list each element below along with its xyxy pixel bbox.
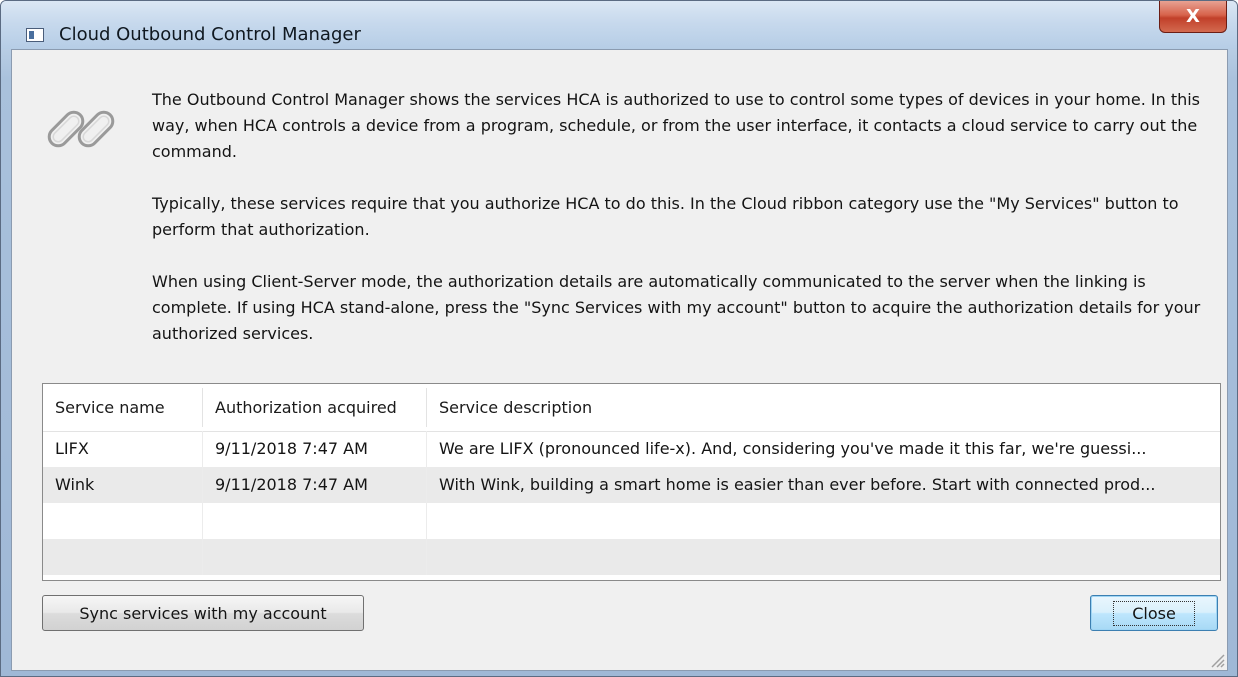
table-row[interactable] [43,503,1220,539]
cell-service-name: Wink [43,467,203,503]
intro-paragraph-3: When using Client-Server mode, the autho… [152,272,1201,343]
intro-paragraph-2: Typically, these services require that y… [152,194,1179,239]
app-window-icon [26,28,44,42]
cell-service-description [427,539,1220,575]
cell-service-name [43,503,203,539]
cell-service-name: LIFX [43,431,203,467]
sync-services-button[interactable]: Sync services with my account [42,595,364,631]
table-header: Service name Authorization acquired Serv… [43,384,1220,432]
close-button[interactable]: Close [1090,595,1218,631]
cell-authorization-acquired [203,539,427,575]
table-row[interactable]: LIFX 9/11/2018 7:47 AM We are LIFX (pron… [43,431,1220,467]
window-title: Cloud Outbound Control Manager [59,24,361,45]
cell-authorization-acquired: 9/11/2018 7:47 AM [203,431,427,467]
dialog-client-area: The Outbound Control Manager shows the s… [11,49,1228,671]
column-header-service-description[interactable]: Service description [427,384,1220,431]
cell-authorization-acquired [203,503,427,539]
column-header-service-name[interactable]: Service name [43,384,203,431]
dialog-window: Cloud Outbound Control Manager X The Out… [0,0,1238,677]
cell-service-name [43,539,203,575]
window-close-button[interactable]: X [1159,1,1227,33]
services-table[interactable]: Service name Authorization acquired Serv… [42,383,1221,581]
table-row[interactable]: Wink 9/11/2018 7:47 AM With Wink, buildi… [43,467,1220,503]
cell-service-description: With Wink, building a smart home is easi… [439,475,1156,494]
chain-link-icon [47,110,115,148]
cell-service-description [427,503,1220,539]
resize-grip-icon[interactable] [1209,652,1225,668]
table-row[interactable] [43,539,1220,575]
column-header-authorization-acquired[interactable]: Authorization acquired [203,384,427,431]
intro-paragraph-1: The Outbound Control Manager shows the s… [152,90,1201,161]
close-button-label: Close [1113,600,1195,626]
cell-authorization-acquired: 9/11/2018 7:47 AM [203,467,427,503]
title-bar[interactable]: Cloud Outbound Control Manager X [1,1,1237,49]
cell-service-description: We are LIFX (pronounced life-x). And, co… [439,439,1147,458]
